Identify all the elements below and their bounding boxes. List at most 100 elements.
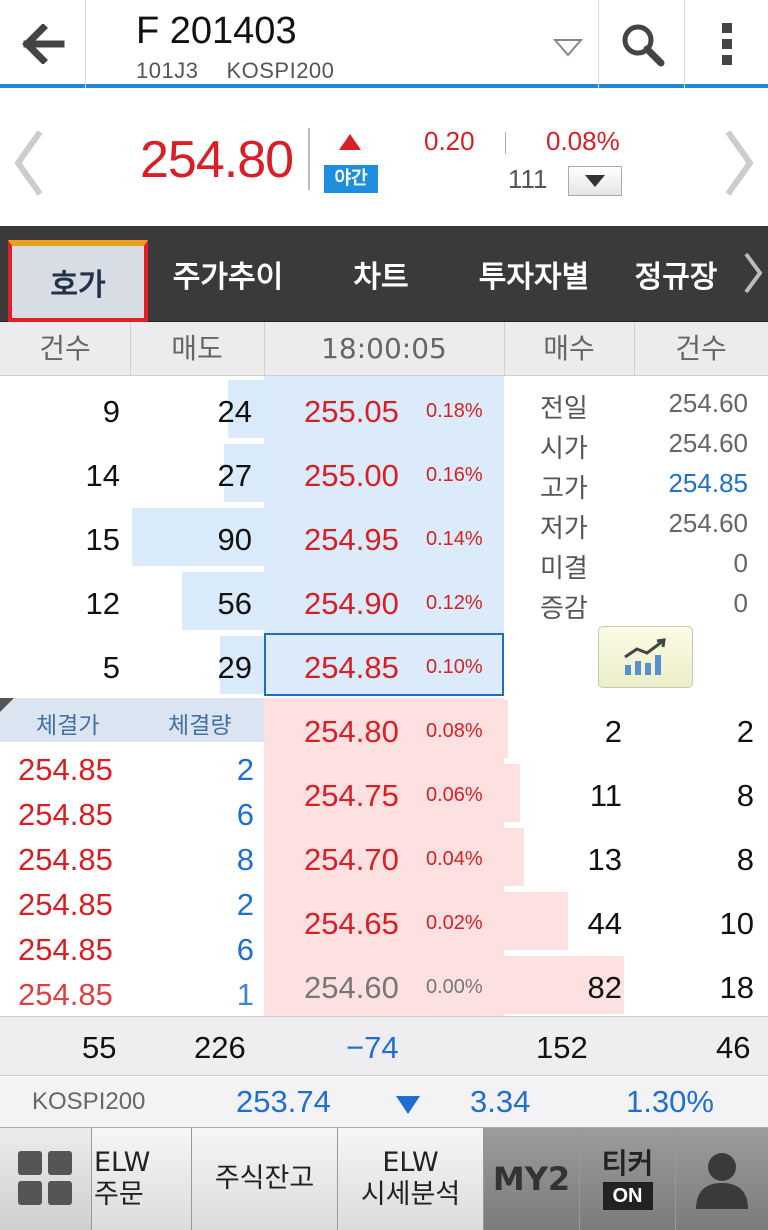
tab-scroll-right-button[interactable] — [740, 248, 766, 298]
bid-count: 2 — [736, 714, 754, 749]
trade-qty: 1 — [236, 977, 254, 1012]
ask-count: 5 — [102, 650, 120, 685]
total-bid-count: 46 — [716, 1030, 751, 1065]
trade-qty: 6 — [236, 797, 254, 832]
col-header-bid-count: 건수 — [675, 332, 727, 365]
instrument-code: 101J3 — [136, 58, 199, 83]
ticker-label: 티커 — [601, 1147, 654, 1180]
col-header-sell: 매도 — [171, 332, 223, 365]
tab-price-trend[interactable]: 주가추이 — [150, 226, 306, 322]
chart-icon — [623, 638, 666, 675]
ask-qty: 90 — [217, 522, 252, 557]
instrument-subtitle: 101J3 KOSPI200 — [136, 58, 362, 84]
instrument-dropdown-button[interactable] — [548, 28, 588, 68]
chevron-down-icon — [553, 39, 583, 57]
ask-price: 255.00 — [304, 458, 399, 493]
bid-pct: 0.04% — [426, 848, 483, 870]
instrument-market: KOSPI200 — [226, 58, 335, 83]
chevron-right-icon — [744, 252, 763, 294]
bid-qty: 82 — [587, 970, 622, 1005]
previous-instrument-button[interactable] — [8, 128, 48, 198]
trade-price: 254.85 — [18, 752, 113, 787]
summary-label: 고가 — [540, 474, 588, 504]
my2-label: MY2 — [492, 1160, 571, 1198]
volume: 111 — [508, 164, 548, 194]
total-ask-qty: 226 — [194, 1030, 246, 1065]
elw-analysis-label-1: ELW — [382, 1147, 439, 1178]
bid-price: 254.80 — [304, 714, 399, 749]
trade-qty: 8 — [236, 842, 254, 877]
trade-header-price: 체결가 — [36, 713, 100, 739]
trade-qty: 6 — [236, 932, 254, 967]
back-button[interactable] — [0, 0, 86, 88]
index-change-percent: 1.30% — [626, 1084, 714, 1119]
summary-label: 증감 — [540, 594, 588, 624]
ask-pct: 0.18% — [426, 400, 483, 422]
profile-button[interactable] — [676, 1128, 768, 1230]
tab-chart[interactable]: 차트 — [306, 226, 456, 322]
col-header-ask-count: 건수 — [39, 332, 91, 365]
trade-price: 254.85 — [18, 932, 113, 967]
divider — [505, 132, 506, 154]
elw-order-label-1: ELW — [94, 1147, 151, 1178]
total-bid-qty: 152 — [536, 1030, 588, 1065]
my2-button[interactable]: MY2 — [484, 1128, 580, 1230]
index-value: 253.74 — [236, 1084, 331, 1119]
back-arrow-icon — [21, 24, 64, 64]
index-name: KOSPI200 — [32, 1088, 146, 1115]
search-button[interactable] — [598, 0, 684, 88]
bid-price: 254.70 — [304, 842, 399, 877]
ask-price: 255.05 — [304, 394, 399, 429]
ask-count: 12 — [85, 586, 120, 621]
summary-label: 미결 — [540, 554, 588, 584]
summary-value: 254.60 — [668, 388, 748, 418]
total-diff: −74 — [346, 1030, 399, 1065]
ticker-toggle-button[interactable]: 티커 ON — [580, 1128, 676, 1230]
bid-pct: 0.00% — [426, 976, 483, 998]
stock-balance-button[interactable]: 주식잔고 — [192, 1128, 338, 1230]
selected-price-highlight — [264, 633, 504, 696]
chevron-left-icon — [14, 130, 43, 196]
search-icon — [622, 24, 664, 67]
next-instrument-button[interactable] — [720, 128, 760, 198]
tab-regular-session[interactable]: 정규장 — [612, 226, 740, 322]
price-change-percent: 0.08% — [546, 126, 620, 156]
trade-qty: 2 — [236, 752, 254, 787]
current-price: 254.80 — [140, 131, 294, 189]
trade-qty: 2 — [236, 887, 254, 922]
quote-bar — [0, 92, 768, 226]
elw-order-button[interactable]: ELW 주문 — [92, 1128, 192, 1230]
ask-qty: 24 — [217, 394, 252, 429]
ask-pct: 0.16% — [426, 464, 483, 486]
tab-orderbook[interactable]: 호가 — [8, 240, 148, 322]
instrument-title[interactable]: F 201403 — [136, 10, 297, 53]
elw-order-label-2: 주문 — [94, 1179, 144, 1210]
summary-label: 저가 — [540, 514, 588, 544]
summary-value: 254.60 — [668, 508, 748, 538]
bid-count: 10 — [719, 906, 754, 941]
mini-chart-button[interactable] — [598, 626, 693, 688]
ask-count: 14 — [85, 458, 120, 493]
tab-investor[interactable]: 투자자별 — [456, 226, 612, 322]
menu-grid-button[interactable] — [0, 1128, 92, 1230]
col-header-buy: 매수 — [543, 332, 595, 365]
more-vertical-icon — [721, 23, 732, 65]
bid-price: 254.65 — [304, 906, 399, 941]
chevron-right-icon — [725, 130, 754, 196]
summary-value: 254.85 — [668, 468, 748, 498]
ask-count: 9 — [102, 394, 120, 429]
more-menu-button[interactable] — [684, 0, 768, 88]
grid-icon — [17, 1151, 72, 1205]
summary-value: 254.60 — [668, 428, 748, 458]
volume-dropdown-button[interactable] — [568, 166, 622, 196]
bid-price: 254.75 — [304, 778, 399, 813]
ask-pct: 0.14% — [426, 528, 483, 550]
summary-value: 0 — [733, 548, 748, 578]
down-triangle-icon — [396, 1096, 420, 1114]
bid-pct: 0.06% — [426, 784, 483, 806]
tab-bar: 호가 주가추이 차트 투자자별 정규장 — [0, 226, 768, 322]
ask-qty: 29 — [217, 650, 252, 685]
elw-analysis-button[interactable]: ELW 시세분석 — [338, 1128, 484, 1230]
bid-qty: 11 — [589, 778, 622, 813]
corner-marker-icon — [0, 698, 14, 712]
